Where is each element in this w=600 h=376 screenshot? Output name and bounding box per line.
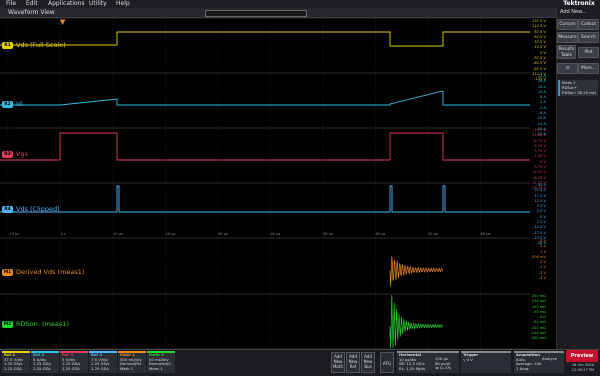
scale-tick-label: -3 V (538, 276, 546, 281)
add-new-ref-button[interactable]: Add New Ref (346, 352, 360, 373)
scale-m2: 200 mΩ 150 mΩ 100 mΩ 50 mΩ 0 Ω -50 mΩ -100 mΩ -… (530, 294, 546, 342)
channel-label-r2[interactable]: R2 Id (2, 100, 22, 109)
time-label: 12:39:27 PM (571, 367, 595, 372)
scale-tick-label: -6.25 V (533, 170, 546, 175)
time-axis-label: 70 µs (428, 232, 438, 236)
horizontal-badge[interactable]: Horizontal 10 µs/div SR: 12.5 GS/s RL: 1… (397, 351, 459, 373)
waveform-area[interactable]: -10 µs 0 s 10 µs 20 µs 30 µs 40 µs 50 µs 60 µs 7… (0, 18, 556, 349)
cursors-button[interactable]: Cursors (557, 19, 578, 30)
math1-badge[interactable]: Math 1 500 mV/div Derived(R4 Math 1 (118, 351, 146, 373)
channel-name-r2: Id (16, 100, 23, 108)
trace-vds-full-scale (0, 31, 530, 47)
plot-button[interactable]: Plot (578, 47, 599, 58)
scale-tick-label: 112.5 V (532, 24, 546, 29)
ref4-line: 1.25 GSA (91, 365, 109, 371)
date-time: 16 Oct 2020 12:39:27 PM (566, 363, 600, 372)
lock-icon[interactable]: ⊡ (557, 63, 578, 74)
scale-tick-label: -50 mΩ (532, 320, 546, 325)
horizontal-right: ◄ 11.4% (435, 365, 452, 371)
trace-vgs (0, 132, 530, 161)
ref2-badge[interactable]: Ref 2 5 A/div 1.25 GS/s 1.25 GSA (31, 351, 59, 373)
time-axis-label: 80 µs (481, 232, 491, 236)
channel-name-m1: Derived Vds (meas1) (16, 268, 85, 276)
badge-m2: M2 (2, 320, 13, 328)
add-new-label[interactable]: Add New... (560, 9, 586, 15)
ref3-line: 1.25 GSA (62, 365, 80, 371)
ref3-badge[interactable]: Ref 3 5 V/div 1.25 GS/s 1.25 GSA (60, 351, 88, 373)
acquisition-line: 1 Acqs (516, 365, 529, 371)
channel-name-r1: Vds (Full Scale) (16, 41, 66, 49)
acquisition-badge[interactable]: Acquisition Auto, Average: 100 1 Acqs An… (514, 351, 564, 373)
measure-button[interactable]: Measure (557, 32, 578, 43)
math2-line: Meas 1 (149, 365, 163, 371)
add-new-bus-button[interactable]: Add New Bus (361, 352, 375, 373)
menu-bar: File Edit Applications Utility Help (0, 0, 600, 8)
trace-derived-vds (389, 256, 444, 287)
ref1-line: 1.25 GSA (4, 365, 22, 371)
analyze-label: Analyze (542, 356, 557, 361)
scale-m1: 3 V2 V1 V 500 mV 0 V -1 V -2 V -3 V (530, 239, 546, 281)
channel-label-r4[interactable]: R4 Vds (Clipped) (2, 205, 60, 214)
ref2-line: 1.25 GSA (33, 365, 51, 371)
channel-label-r1[interactable]: R1 Vds (Full Scale) (2, 41, 66, 50)
menu-file[interactable]: File (6, 0, 16, 8)
measurement-badge[interactable]: Meas 1 RDSon* RDSon: 38.20 mΩ (558, 80, 598, 96)
scale-tick-label: -200 mΩ (530, 336, 546, 341)
time-axis-label: 30 µs (218, 232, 228, 236)
afg-button[interactable]: AFG (380, 352, 394, 373)
time-axis-label: 0 s (61, 232, 66, 236)
results-table-button[interactable]: Results Table (557, 45, 576, 59)
badge-r3: R3 (2, 150, 13, 158)
scale-tick-label: -12.5 V (533, 225, 546, 230)
math2-badge[interactable]: Math 2 50 mΩ/div Removed(0. Meas 1 (147, 351, 175, 373)
badge-r2: R2 (2, 100, 13, 108)
channel-name-r3: Vgs (16, 150, 28, 158)
scale-tick-label: 150 mΩ (531, 299, 546, 304)
scale-tick-label: 11.25 V (532, 133, 546, 138)
time-axis-label: 10 µs (113, 232, 123, 236)
menu-help[interactable]: Help (116, 0, 130, 8)
time-axis-label: 60 µs (376, 232, 386, 236)
record-navigator[interactable] (205, 10, 307, 17)
trace-id (0, 90, 530, 106)
ref1-badge[interactable]: Ref 1 37.5 V/div 1.25 GS/s 1.25 GSA (2, 351, 30, 373)
preview-button[interactable]: Preview (566, 350, 598, 362)
menu-utility[interactable]: Utility (89, 0, 107, 8)
add-new-math-button[interactable]: Add New Math (331, 352, 345, 373)
scale-r4: 30 V 22.5 V 17.5 V 12.5 V 7.5 V 2.5 V0 V -7.5 … (530, 183, 546, 247)
badge-m1: M1 (2, 268, 13, 276)
channel-label-m1[interactable]: M1 Derived Vds (meas1) (2, 268, 84, 277)
trace-vds-clipped (0, 185, 530, 213)
badge-r4: R4 (2, 205, 13, 213)
right-panel (556, 8, 600, 349)
channel-name-r4: Vds (Clipped) (16, 205, 60, 213)
ref4-badge[interactable]: Ref 4 7.5 V/div 1.25 GS/s 1.25 GSA (89, 351, 117, 373)
channel-name-m2: RDSon: (meas1) (16, 320, 69, 328)
callout-button[interactable]: Callout (578, 19, 599, 30)
time-axis-label: 20 µs (166, 232, 176, 236)
trace-rdson (389, 294, 443, 349)
meas-line-2: RDSon: 38.20 mΩ (562, 90, 596, 95)
waveform-view-title: Waveform View (8, 9, 55, 16)
trigger-line: ┐ 0 V (463, 356, 473, 362)
time-axis-label: -10 µs (8, 232, 19, 236)
math1-line: Math 1 (120, 365, 134, 371)
trigger-position-marker: ▼ (60, 18, 66, 26)
waveform-plot: -10 µs 0 s 10 µs 20 µs 30 µs 40 µs 50 µs 60 µs 7… (0, 18, 534, 349)
time-axis-label: 40 µs (271, 232, 281, 236)
scale-tick-label: -62.5 V (533, 61, 546, 66)
badge-r1: R1 (2, 41, 13, 49)
search-button[interactable]: Search (578, 32, 599, 43)
channel-label-m2[interactable]: M2 RDSon: (meas1) (2, 320, 69, 329)
time-axis-label: 50 µs (323, 232, 333, 236)
more-button[interactable]: More... (578, 63, 599, 74)
brand-logo: Tektronix (558, 0, 600, 8)
menu-applications[interactable]: Applications (48, 0, 85, 8)
menu-edit[interactable]: Edit (26, 0, 38, 8)
trigger-badge[interactable]: Trigger ┐ 0 V (461, 351, 511, 373)
channel-label-r3[interactable]: R3 Vgs (2, 150, 28, 159)
